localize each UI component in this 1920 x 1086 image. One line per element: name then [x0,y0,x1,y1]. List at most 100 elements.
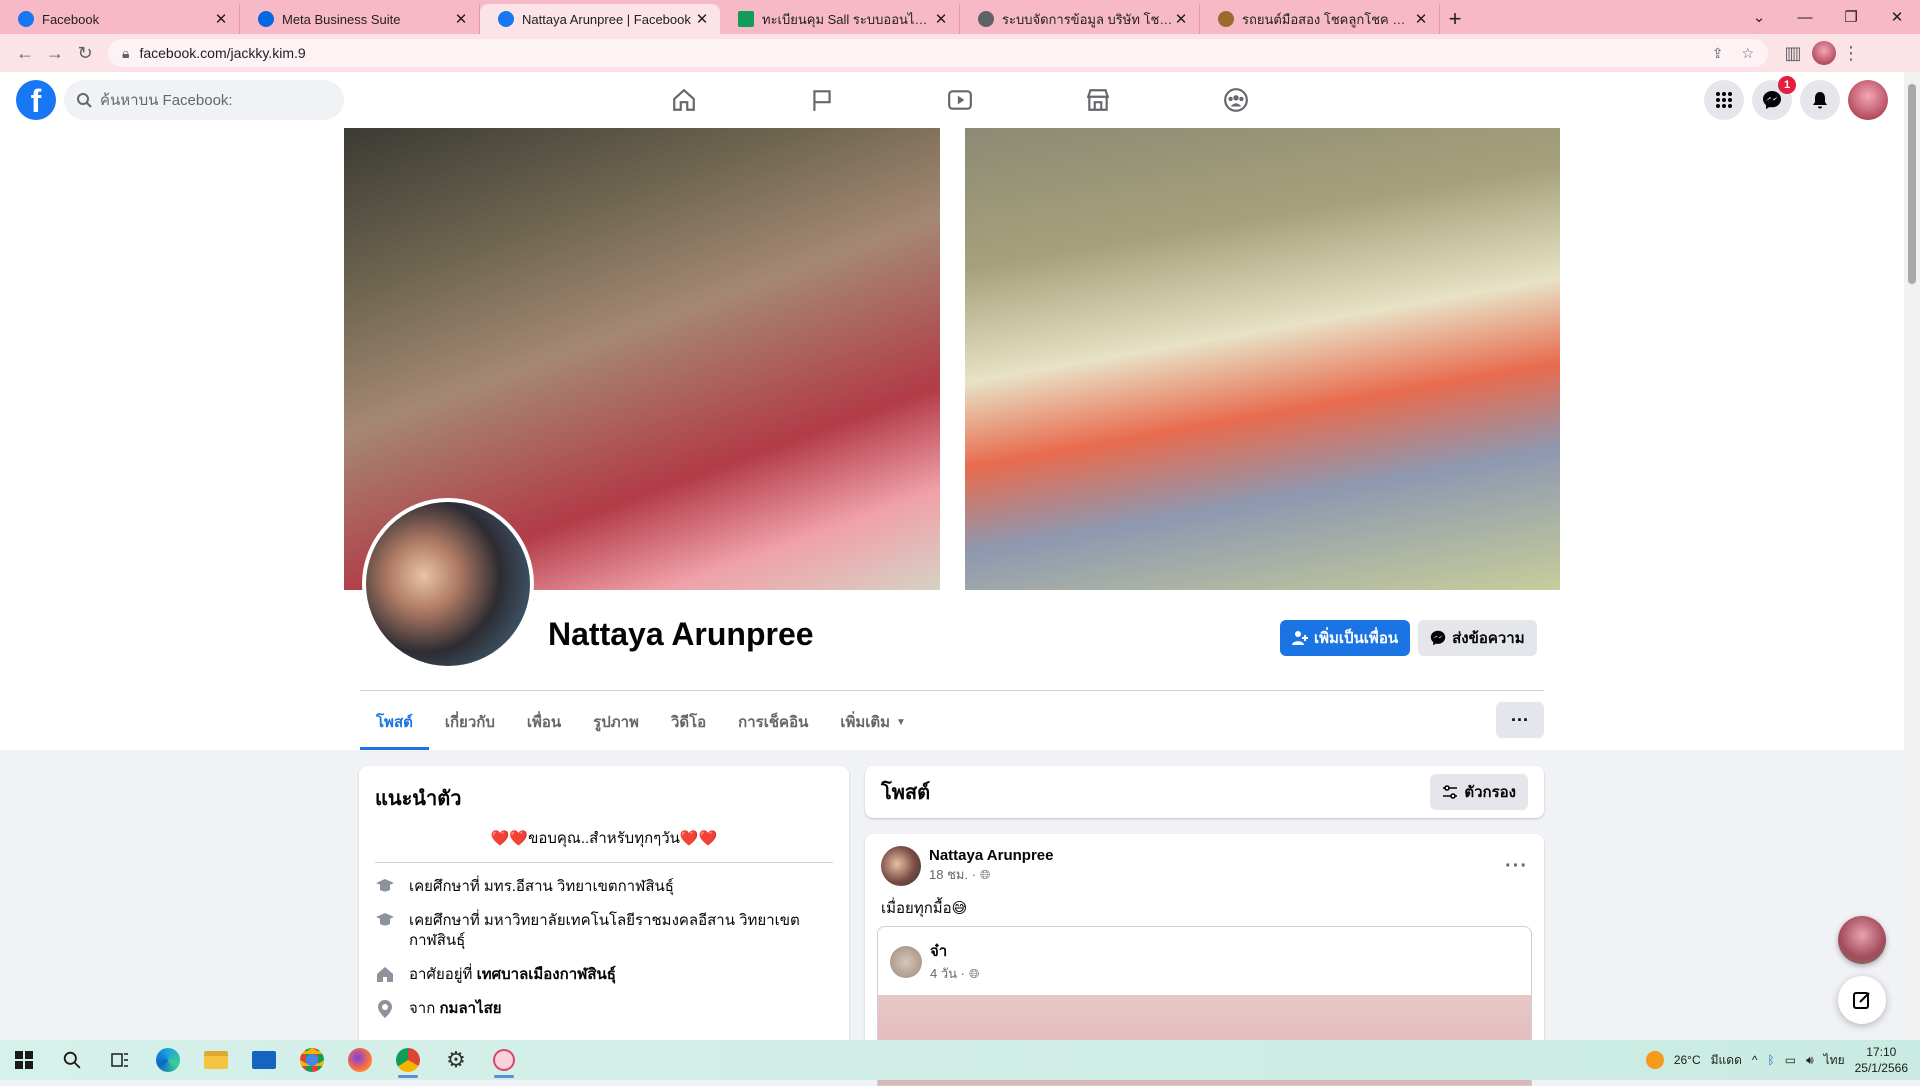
facebook-header: f ค้นหาบน Facebook: 1 [0,72,1904,128]
browser-menu-icon[interactable]: ⋮ [1836,38,1866,68]
nav-groups[interactable] [1167,72,1305,128]
restore-button[interactable]: ❐ [1828,8,1874,26]
tab-more[interactable]: เพิ่มเติม ▼ [824,694,922,750]
tab-search-icon[interactable]: ⌄ [1736,8,1782,26]
weather-desc[interactable]: มีแดด [1711,1051,1742,1070]
search-input[interactable]: ค้นหาบน Facebook: [64,80,344,120]
browser-tab[interactable]: Facebook ✕ [0,4,240,34]
task-view-icon [111,1053,128,1067]
profile-picture[interactable] [362,498,534,670]
intro-row: อาศัยอยู่ที่ เทศบาลเมืองกาฬสินธุ์ [375,965,833,985]
task-view-button[interactable] [96,1040,144,1080]
forward-button[interactable]: → [40,38,70,68]
clock[interactable]: 17:10 25/1/2566 [1855,1044,1908,1076]
browser-tab[interactable]: รถยนต์มือสอง โชคลูกโชค อุดรธานี✕ [1200,4,1440,34]
tab-photos[interactable]: รูปภาพ [577,694,655,750]
tab-videos[interactable]: วิดีโอ [655,694,722,750]
input-language[interactable]: ไทย [1824,1051,1845,1070]
shared-post-time[interactable]: 4 วัน · [930,963,965,984]
menu-grid-button[interactable] [1704,80,1744,120]
edge-taskbar-icon[interactable] [144,1040,192,1080]
minimize-button[interactable]: — [1782,9,1828,26]
start-button[interactable] [0,1040,48,1080]
close-tab-icon[interactable]: ✕ [1413,10,1429,28]
post-author-avatar[interactable] [881,846,921,886]
add-person-icon [1292,631,1308,645]
browser-tab[interactable]: ทะเบียนคุม Sall ระบบออนไลน์.xlsx - G✕ [720,4,960,34]
browser-profile-avatar[interactable] [1812,41,1836,65]
close-tab-icon[interactable]: ✕ [694,10,710,28]
tray-chevron-icon[interactable]: ^ [1752,1053,1758,1067]
share-icon[interactable]: ⇪ [1712,45,1724,62]
windows-taskbar: ⚙ 26°C มีแดด ^ ᛒ ▭ 🔊︎ ไทย 17:10 25/1/256… [0,1040,1920,1080]
nav-watch[interactable] [891,72,1029,128]
post-options-button[interactable]: ··· [1505,855,1528,878]
chat-head-avatar[interactable] [1838,916,1886,964]
url-text[interactable]: facebook.com/jackky.kim.9 [139,45,305,61]
tab-checkins[interactable]: การเช็คอิน [722,694,824,750]
account-avatar[interactable] [1848,80,1888,120]
search-icon [63,1051,81,1069]
globe-icon [978,11,994,27]
notifications-button[interactable] [1800,80,1840,120]
scrollbar-thumb[interactable] [1908,84,1916,284]
caret-down-icon: ▼ [896,716,906,728]
send-message-button[interactable]: ส่งข้อความ [1418,620,1537,656]
profile-header: Nattaya Arunpree เพิ่มเป็นเพื่อน ส่งข้อค… [0,128,1904,750]
close-tab-icon[interactable]: ✕ [213,10,229,28]
new-message-button[interactable] [1838,976,1886,1024]
intro-row-prefix: เคยศึกษาที่ มหาวิทยาลัยเทคโนโลยีราชมงคลอ… [409,912,800,949]
omnibox[interactable]: 🔒︎ facebook.com/jackky.kim.9 ⇪ ☆ [108,39,1768,67]
nav-home[interactable] [615,72,753,128]
back-button[interactable]: ← [10,38,40,68]
add-friend-button[interactable]: เพิ่มเป็นเพื่อน [1280,620,1411,656]
nav-pages[interactable] [753,72,891,128]
intro-row-link[interactable]: กมลาไสย [439,1000,501,1017]
add-friend-label: เพิ่มเป็นเพื่อน [1314,630,1399,647]
chrome-profile-taskbar-icon[interactable] [384,1040,432,1080]
tab-about[interactable]: เกี่ยวกับ [429,694,511,750]
browser-tab-title: Facebook [42,11,100,27]
close-tab-icon[interactable]: ✕ [1173,10,1189,28]
shared-author-name[interactable]: จ๋า [930,939,979,963]
side-panel-icon[interactable]: ▥ [1778,38,1808,68]
intro-row-link[interactable]: เทศบาลเมืองกาฬสินธุ์ [477,966,616,983]
shop-icon [1086,89,1110,111]
facebook-logo-icon[interactable]: f [16,80,56,120]
post-time[interactable]: 18 ชม. · [929,864,976,885]
shared-author-avatar[interactable] [890,945,922,978]
meta-icon [258,11,274,27]
firefox-taskbar-icon[interactable] [336,1040,384,1080]
taskbar-search-button[interactable] [48,1040,96,1080]
browser-tab[interactable]: Nattaya Arunpree | Facebook ✕ [480,4,720,34]
globe-icon: 🌐︎ [968,965,980,981]
tab-posts[interactable]: โพสต์ [360,694,429,750]
settings-gear-icon[interactable]: ⚙ [432,1040,480,1080]
page-scrollbar[interactable] [1904,72,1920,1040]
close-window-button[interactable]: ✕ [1874,8,1920,26]
new-tab-button[interactable]: + [1440,4,1470,34]
close-tab-icon[interactable]: ✕ [453,10,469,28]
browser-tab[interactable]: Meta Business Suite ✕ [240,4,480,34]
file-explorer-icon[interactable] [192,1040,240,1080]
intro-row-text: จาก กมลาไสย [409,999,502,1019]
bluetooth-icon[interactable]: ᛒ [1768,1053,1775,1067]
chrome-taskbar-icon[interactable] [288,1040,336,1080]
browser-tab[interactable]: ระบบจัดการข้อมูล บริษัท โชคลูกโชค✕ [960,4,1200,34]
weather-temp[interactable]: 26°C [1674,1053,1701,1067]
intro-row-text: อาศัยอยู่ที่ เทศบาลเมืองกาฬสินธุ์ [409,965,616,985]
mail-icon[interactable] [240,1040,288,1080]
volume-icon[interactable]: 🔊︎ [1806,1053,1814,1068]
nav-marketplace[interactable] [1029,72,1167,128]
close-tab-icon[interactable]: ✕ [933,10,949,28]
network-icon[interactable]: ▭ [1785,1053,1796,1067]
reload-button[interactable]: ↻ [70,38,100,68]
filter-button[interactable]: ตัวกรอง [1430,774,1528,810]
post-author-name[interactable]: Nattaya Arunpree [929,847,1053,864]
bookmark-star-icon[interactable]: ☆ [1741,45,1754,62]
snipping-tool-icon[interactable] [480,1040,528,1080]
cover-photo[interactable] [344,128,1560,590]
profile-more-options-button[interactable]: ··· [1496,702,1544,738]
messenger-button[interactable]: 1 [1752,76,1796,120]
tab-friends[interactable]: เพื่อน [511,694,577,750]
